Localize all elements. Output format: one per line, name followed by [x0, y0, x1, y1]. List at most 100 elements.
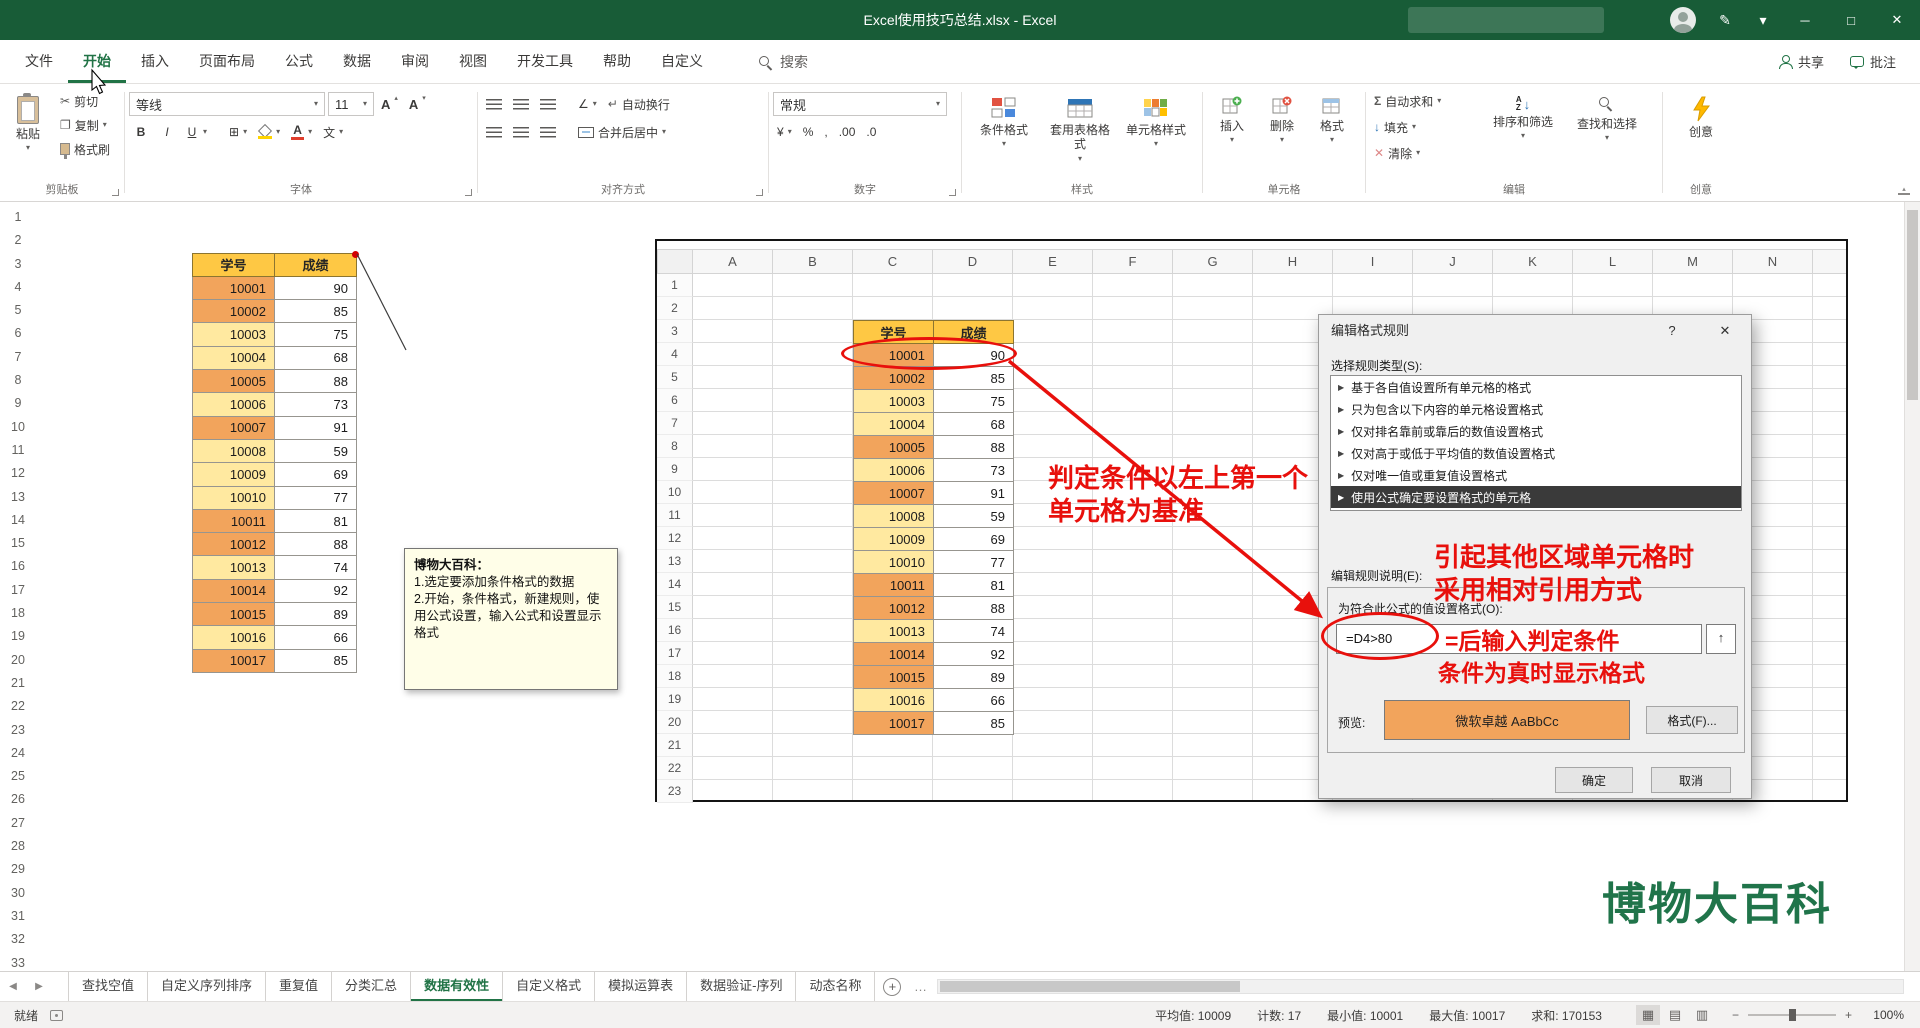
cell-student-id[interactable]: 10015: [853, 665, 934, 689]
account-avatar[interactable]: [1670, 7, 1696, 33]
column-header-L[interactable]: L: [1573, 249, 1653, 274]
underline-button[interactable]: U ▾: [181, 120, 211, 144]
tab-页面布局[interactable]: 页面布局: [184, 40, 270, 83]
row-number[interactable]: 17: [0, 579, 36, 602]
cell-score[interactable]: 92: [933, 642, 1014, 666]
zoom-out-icon[interactable]: −: [1732, 1008, 1739, 1022]
row-number[interactable]: 12: [0, 462, 36, 485]
cell-score[interactable]: 88: [274, 369, 357, 394]
row-number[interactable]: 30: [0, 882, 36, 905]
font-color-button[interactable]: A ▾: [287, 120, 316, 144]
close-button[interactable]: ✕: [1874, 0, 1920, 40]
macro-record-icon[interactable]: [50, 1009, 64, 1021]
cell-score[interactable]: 91: [274, 415, 357, 440]
dialog-close-button[interactable]: ✕: [1707, 315, 1743, 347]
row-number[interactable]: 1: [0, 206, 36, 229]
sheet-tab-查找空值[interactable]: 查找空值: [68, 972, 149, 1001]
cut-button[interactable]: ✂ 剪切: [56, 89, 114, 113]
tab-开发工具[interactable]: 开发工具: [502, 40, 588, 83]
increase-font-button[interactable]: A ▴: [377, 92, 402, 116]
pen-mode-icon[interactable]: ✎: [1706, 0, 1744, 40]
row-number[interactable]: 22: [0, 695, 36, 718]
cell-score[interactable]: 74: [274, 555, 357, 580]
sheet-tab-自定义格式[interactable]: 自定义格式: [503, 972, 596, 1001]
cell-styles-button[interactable]: 单元格样式 ▾: [1118, 89, 1194, 179]
cell-score[interactable]: 85: [274, 648, 357, 673]
merge-center-button[interactable]: 合并后居中 ▾: [574, 120, 670, 144]
clear-button[interactable]: ✕ 清除 ▾: [1370, 141, 1482, 165]
percent-style-button[interactable]: %: [799, 120, 818, 144]
rule-type-item[interactable]: ▶ 使用公式确定要设置格式的单元格: [1331, 486, 1741, 508]
row-number[interactable]: 5: [0, 299, 36, 322]
sheet-tab-数据验证-序列[interactable]: 数据验证-序列: [687, 972, 797, 1001]
cell-score[interactable]: 66: [933, 688, 1014, 712]
cell-student-id[interactable]: 10010: [192, 485, 275, 510]
status-stat[interactable]: 最小值: 10001: [1327, 1007, 1403, 1024]
ok-button[interactable]: 确定: [1555, 767, 1633, 793]
sheet-tab-数据有效性[interactable]: 数据有效性: [411, 972, 504, 1001]
sheet-more-icon[interactable]: …: [909, 972, 931, 1001]
status-stat[interactable]: 最大值: 10017: [1429, 1007, 1505, 1024]
cell-student-id[interactable]: 10014: [192, 578, 275, 604]
font-size-select[interactable]: 11 ▾: [328, 92, 374, 116]
rule-type-item[interactable]: ▶ 只为包含以下内容的单元格设置格式: [1331, 398, 1741, 420]
cell-score[interactable]: 75: [274, 322, 357, 347]
cell-student-id[interactable]: 10010: [853, 550, 934, 574]
cell-student-id[interactable]: 10012: [192, 532, 275, 557]
column-header-M[interactable]: M: [1653, 249, 1733, 274]
tab-审阅[interactable]: 审阅: [386, 40, 444, 83]
row-number[interactable]: 10: [0, 416, 36, 439]
row-number[interactable]: 21: [0, 672, 36, 695]
column-header-D[interactable]: D: [933, 249, 1013, 274]
fill-button[interactable]: ↓ 填充 ▾: [1370, 115, 1482, 139]
dialog-help-button[interactable]: ?: [1657, 315, 1687, 347]
row-number[interactable]: 8: [0, 369, 36, 392]
number-dialog-launcher-icon[interactable]: [949, 189, 956, 196]
row-number[interactable]: 18: [0, 602, 36, 625]
zoom-slider[interactable]: [1747, 1009, 1836, 1021]
column-header-F[interactable]: F: [1093, 249, 1173, 274]
conditional-formatting-button[interactable]: 条件格式 ▾: [966, 89, 1042, 179]
header-score[interactable]: 成绩: [274, 250, 359, 277]
cell-student-id[interactable]: 10017: [192, 648, 275, 673]
cell-student-id[interactable]: 10005: [192, 369, 275, 394]
cell-score[interactable]: 77: [933, 550, 1014, 574]
wrap-text-button[interactable]: ↵ 自动换行: [604, 92, 674, 116]
sort-filter-button[interactable]: AZ ↓ 排序和筛选 ▾: [1482, 89, 1564, 179]
view-page-break-icon[interactable]: ▥: [1690, 1005, 1714, 1025]
number-format-select[interactable]: 常规 ▾: [773, 92, 947, 116]
cell-student-id[interactable]: 10003: [192, 322, 275, 347]
column-header-J[interactable]: J: [1413, 249, 1493, 274]
alignment-dialog-launcher-icon[interactable]: [756, 189, 763, 196]
cell-student-id[interactable]: 10007: [192, 415, 275, 440]
row-number[interactable]: 32: [0, 928, 36, 951]
sheet-tab-动态名称[interactable]: 动态名称: [796, 972, 876, 1001]
zoom-in-icon[interactable]: +: [1845, 1008, 1852, 1022]
find-select-button[interactable]: 查找和选择 ▾: [1564, 89, 1650, 179]
rule-type-item[interactable]: ▶ 基于各自值设置所有单元格的格式: [1331, 376, 1741, 398]
sheet-tab-自定义序列排序[interactable]: 自定义序列排序: [148, 972, 267, 1001]
rule-type-item[interactable]: ▶ 仅对排名靠前或靠后的数值设置格式: [1331, 420, 1741, 442]
tab-帮助[interactable]: 帮助: [588, 40, 646, 83]
row-number[interactable]: 29: [0, 858, 36, 881]
cell-student-id[interactable]: 10013: [853, 619, 934, 643]
tab-文件[interactable]: 文件: [10, 40, 68, 83]
sheet-tab-模拟运算表[interactable]: 模拟运算表: [595, 972, 688, 1001]
view-page-layout-icon[interactable]: ▤: [1663, 1005, 1687, 1025]
tab-插入[interactable]: 插入: [126, 40, 184, 83]
format-cells-button[interactable]: 格式 ▾: [1307, 89, 1357, 179]
row-number[interactable]: 33: [0, 952, 36, 972]
cell-score[interactable]: 59: [274, 438, 357, 464]
cell-score[interactable]: 77: [274, 485, 357, 510]
cell-score[interactable]: 81: [274, 508, 357, 534]
tab-公式[interactable]: 公式: [270, 40, 328, 83]
zoom-level[interactable]: 100%: [1862, 1008, 1904, 1022]
autosum-button[interactable]: Σ 自动求和 ▾: [1370, 89, 1482, 113]
cell-student-id[interactable]: 10008: [853, 504, 934, 528]
tab-开始[interactable]: 开始: [68, 40, 126, 83]
column-header-A[interactable]: A: [693, 249, 773, 274]
cell-student-id[interactable]: 10001: [192, 275, 275, 301]
cell-score[interactable]: 88: [274, 532, 357, 557]
row-number[interactable]: 24: [0, 742, 36, 765]
decrease-decimal-button[interactable]: .0: [862, 120, 880, 144]
